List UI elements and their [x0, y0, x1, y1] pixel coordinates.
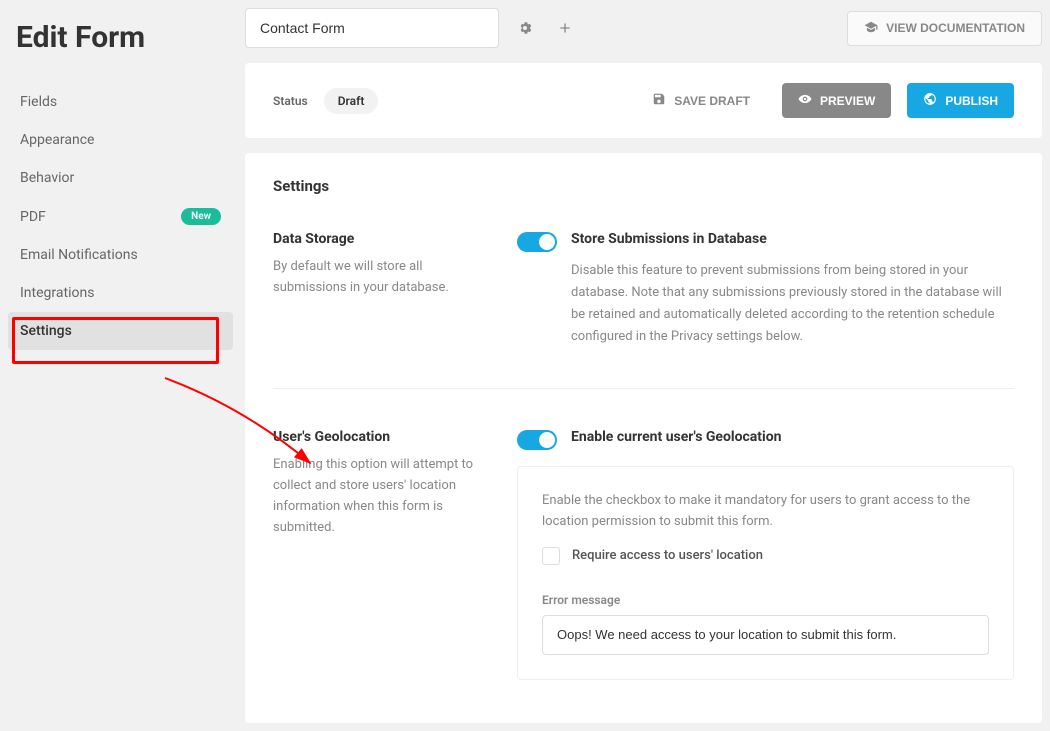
status-badge: Draft — [324, 88, 379, 114]
checkbox-label: Require access to users' location — [572, 548, 763, 563]
save-draft-button[interactable]: SAVE DRAFT — [636, 83, 766, 118]
error-message-label: Error message — [542, 593, 989, 607]
sidebar-item-fields[interactable]: Fields — [8, 83, 233, 121]
plus-icon[interactable] — [551, 14, 579, 42]
error-message-input[interactable] — [542, 615, 989, 655]
form-name-input[interactable] — [245, 8, 499, 48]
toggle-label: Store Submissions in Database — [571, 231, 767, 247]
sidebar-item-label: Behavior — [20, 170, 74, 186]
sidebar-item-appearance[interactable]: Appearance — [8, 121, 233, 159]
setting-desc: Enabling this option will attempt to col… — [273, 455, 493, 538]
sidebar: Edit Form Fields Appearance Behavior PDF… — [8, 8, 233, 723]
status-label: Status — [273, 94, 308, 108]
setting-data-storage: Data Storage By default we will store al… — [273, 231, 1014, 389]
topbar: VIEW DOCUMENTATION — [245, 8, 1042, 48]
save-icon — [652, 92, 666, 109]
main-content: VIEW DOCUMENTATION Status Draft SAVE DRA… — [245, 8, 1042, 723]
setting-desc: By default we will store all submissions… — [273, 257, 493, 299]
sidebar-item-integrations[interactable]: Integrations — [8, 274, 233, 312]
geolocation-subpanel: Enable the checkbox to make it mandatory… — [517, 466, 1014, 680]
new-badge: New — [181, 208, 221, 225]
toggle-label: Enable current user's Geolocation — [571, 429, 781, 445]
sidebar-item-label: Settings — [20, 323, 72, 339]
globe-icon — [923, 92, 937, 109]
button-label: VIEW DOCUMENTATION — [886, 21, 1025, 35]
toggle-desc: Disable this feature to prevent submissi… — [571, 260, 1014, 348]
sidebar-item-settings[interactable]: Settings — [8, 312, 233, 350]
sidebar-item-label: Fields — [20, 94, 57, 110]
sidebar-item-email-notifications[interactable]: Email Notifications — [8, 236, 233, 274]
view-documentation-button[interactable]: VIEW DOCUMENTATION — [847, 11, 1042, 46]
setting-geolocation: User's Geolocation Enabling this option … — [273, 429, 1014, 680]
geolocation-toggle[interactable] — [517, 430, 557, 450]
button-label: PREVIEW — [820, 94, 875, 108]
sidebar-item-label: Integrations — [20, 285, 94, 301]
require-location-checkbox[interactable] — [542, 547, 560, 565]
sidebar-item-label: PDF — [20, 209, 46, 225]
setting-title: User's Geolocation — [273, 429, 493, 445]
subpanel-desc: Enable the checkbox to make it mandatory… — [542, 491, 989, 533]
data-storage-toggle[interactable] — [517, 232, 557, 252]
settings-panel: Settings Data Storage By default we will… — [245, 153, 1042, 723]
setting-title: Data Storage — [273, 231, 493, 247]
graduation-cap-icon — [864, 20, 878, 37]
status-bar: Status Draft SAVE DRAFT PREVIEW PUBLISH — [245, 63, 1042, 138]
sidebar-item-label: Email Notifications — [20, 247, 138, 263]
gear-icon[interactable] — [511, 14, 539, 42]
button-label: SAVE DRAFT — [674, 94, 750, 108]
sidebar-item-pdf[interactable]: PDF New — [8, 197, 233, 236]
preview-button[interactable]: PREVIEW — [782, 83, 891, 118]
sidebar-item-behavior[interactable]: Behavior — [8, 159, 233, 197]
button-label: PUBLISH — [945, 94, 998, 108]
publish-button[interactable]: PUBLISH — [907, 83, 1014, 118]
sidebar-item-label: Appearance — [20, 132, 94, 148]
page-title: Edit Form — [16, 20, 233, 55]
eye-icon — [798, 92, 812, 109]
settings-title: Settings — [273, 177, 1014, 195]
